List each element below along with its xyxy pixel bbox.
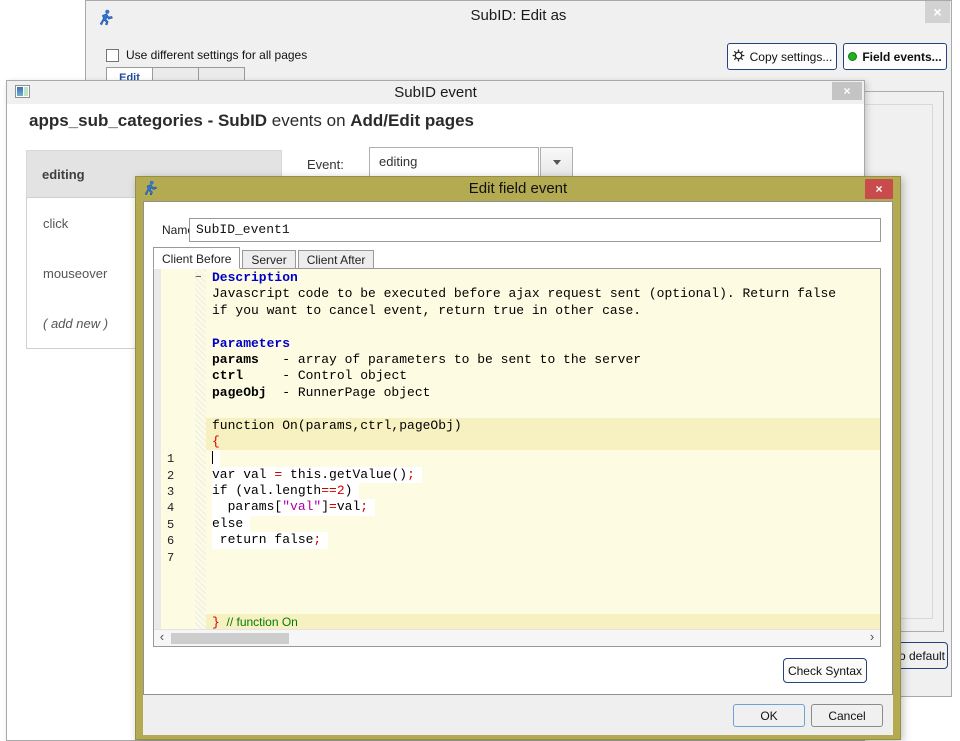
gutter-cell xyxy=(154,319,206,335)
gutter-cell: 6 xyxy=(154,532,206,548)
scroll-left-arrow-icon[interactable]: ‹ xyxy=(155,630,169,646)
gutter-cell xyxy=(154,286,206,302)
event-label: Event: xyxy=(307,157,344,172)
code-line[interactable]: { xyxy=(154,434,880,450)
gutter-cell xyxy=(154,434,206,450)
gutter-cell xyxy=(154,385,206,401)
edit-as-title: SubID: Edit as xyxy=(471,7,567,24)
edit-as-titlebar[interactable]: SubID: Edit as × xyxy=(86,1,951,31)
edit-field-event-close-button[interactable]: × xyxy=(865,179,893,199)
code-rows: −DescriptionJavascript code to be execut… xyxy=(154,270,880,631)
tab-server[interactable]: Server xyxy=(242,250,295,269)
scrollbar-thumb[interactable] xyxy=(171,633,289,644)
code-line[interactable]: 2var val = this.getValue(); xyxy=(154,467,880,483)
subid-event-title: SubID event xyxy=(394,84,477,101)
copy-settings-button[interactable]: Copy settings... xyxy=(727,43,837,70)
scroll-right-arrow-icon[interactable]: › xyxy=(865,630,879,646)
gutter-cell xyxy=(154,401,206,417)
gutter-cell xyxy=(154,418,206,434)
gutter-cell xyxy=(154,368,206,384)
form-window-icon xyxy=(15,85,30,98)
gutter-cell xyxy=(154,581,206,597)
code-line[interactable]: 1 xyxy=(154,450,880,466)
sidebar-item-click[interactable]: click xyxy=(43,216,68,231)
gutter-cell: 7 xyxy=(154,549,206,565)
cancel-button[interactable]: Cancel xyxy=(811,704,883,727)
tab-partial-3[interactable] xyxy=(198,67,245,81)
code-line[interactable] xyxy=(154,565,880,581)
use-different-settings-checkbox-row[interactable]: Use different settings for all pages xyxy=(106,48,307,62)
code-line[interactable]: 3if (val.length==2) xyxy=(154,483,880,499)
field-events-button[interactable]: Field events... xyxy=(843,43,947,70)
set-to-default-button-partial[interactable]: o default xyxy=(896,642,948,669)
dialog-edit-field-event: Edit field event × Name SubID_event1 Cli… xyxy=(135,176,901,740)
fold-marker-icon[interactable]: − xyxy=(195,272,202,284)
code-line[interactable]: function On(params,ctrl,pageObj) xyxy=(154,418,880,434)
tab-client-before[interactable]: Client Before xyxy=(153,247,240,269)
green-dot-icon xyxy=(848,52,857,61)
copy-settings-label: Copy settings... xyxy=(750,50,833,64)
checkbox-label: Use different settings for all pages xyxy=(126,48,307,62)
code-line[interactable] xyxy=(154,598,880,614)
chevron-down-icon xyxy=(553,160,561,165)
tab-client-after[interactable]: Client After xyxy=(298,250,375,269)
sidebar-item-add-new[interactable]: ( add new ) xyxy=(43,316,108,331)
code-line[interactable]: 7 xyxy=(154,549,880,565)
gutter-cell xyxy=(154,336,206,352)
tab-partial-2[interactable] xyxy=(152,67,199,81)
code-line[interactable]: −Description xyxy=(154,270,880,286)
code-line[interactable] xyxy=(154,319,880,335)
event-dropdown-button[interactable] xyxy=(540,147,573,177)
code-line[interactable]: Javascript code to be executed before aj… xyxy=(154,286,880,302)
subid-event-titlebar[interactable]: SubID event × xyxy=(7,81,864,104)
gear-icon xyxy=(732,49,745,65)
gutter-cell: 5 xyxy=(154,516,206,532)
gutter-cell xyxy=(154,565,206,581)
edit-as-tabs-partial: Edit xyxy=(106,67,244,81)
code-line[interactable]: Parameters xyxy=(154,336,880,352)
tab-edit-partial[interactable]: Edit xyxy=(106,67,153,81)
event-name-input[interactable]: SubID_event1 xyxy=(189,218,881,242)
edit-as-close-button[interactable]: × xyxy=(925,1,950,23)
field-events-label: Field events... xyxy=(862,50,941,64)
code-line[interactable]: 4 params["val"]=val; xyxy=(154,499,880,515)
event-dropdown-value[interactable]: editing xyxy=(369,147,539,177)
ok-button[interactable]: OK xyxy=(733,704,805,727)
code-line[interactable]: 5else xyxy=(154,516,880,532)
code-line[interactable] xyxy=(154,581,880,597)
gutter-cell: 3 xyxy=(154,483,206,499)
runner-app-icon xyxy=(97,7,114,37)
text-cursor xyxy=(212,451,213,464)
code-line[interactable] xyxy=(154,401,880,417)
edit-field-event-titlebar[interactable]: Edit field event × xyxy=(136,177,900,201)
gutter-cell xyxy=(154,598,206,614)
horizontal-scrollbar[interactable]: ‹ › xyxy=(154,629,880,646)
code-line[interactable]: pageObj - RunnerPage object xyxy=(154,385,880,401)
dialog-footer: OK Cancel xyxy=(143,695,893,735)
code-line[interactable]: params - array of parameters to be sent … xyxy=(154,352,880,368)
event-tabs: Client Before Server Client After xyxy=(153,247,376,269)
code-line[interactable]: 6 return false; xyxy=(154,532,880,548)
gutter-cell: 1 xyxy=(154,450,206,466)
code-line[interactable]: if you want to cancel event, return true… xyxy=(154,303,880,319)
page-title: apps_sub_categories - SubID events on Ad… xyxy=(29,111,474,131)
edit-field-event-title: Edit field event xyxy=(469,180,567,197)
gutter-cell: − xyxy=(154,270,206,286)
check-syntax-button[interactable]: Check Syntax xyxy=(783,658,867,683)
code-editor[interactable]: −DescriptionJavascript code to be execut… xyxy=(153,268,881,647)
screen: SubID: Edit as × Use different settings … xyxy=(0,0,960,741)
gutter-cell: 4 xyxy=(154,499,206,515)
gutter-cell: 2 xyxy=(154,467,206,483)
gutter-cell xyxy=(154,352,206,368)
subid-event-close-button[interactable]: × xyxy=(832,82,862,100)
gutter-cell xyxy=(154,303,206,319)
sidebar-item-mouseover[interactable]: mouseover xyxy=(43,266,107,281)
code-line[interactable]: ctrl - Control object xyxy=(154,368,880,384)
dialog-content-panel: Name SubID_event1 Client Before Server C… xyxy=(143,201,893,695)
checkbox-unchecked[interactable] xyxy=(106,49,119,62)
